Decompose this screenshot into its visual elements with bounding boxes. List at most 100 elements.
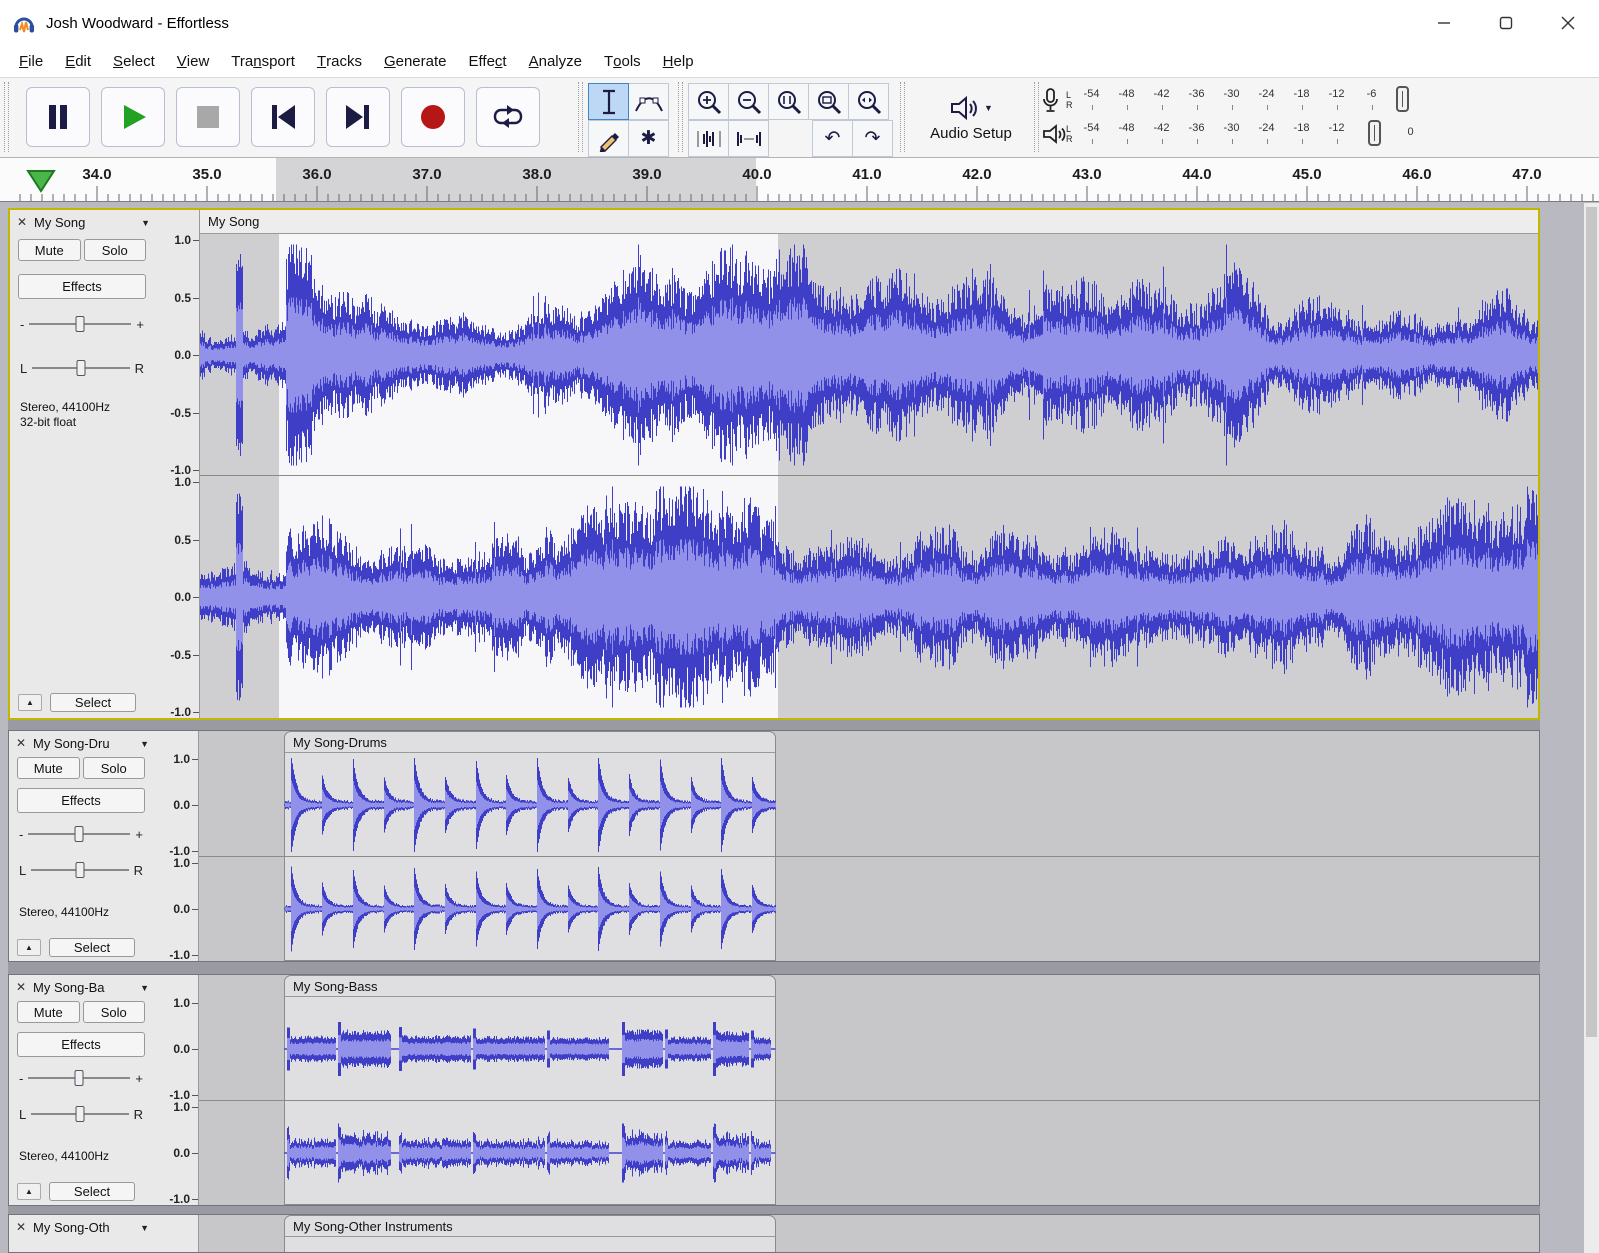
zoom-selection-button[interactable] [768, 83, 809, 120]
vertical-scale-ruler[interactable]: 1.00.0-1.01.00.0-1.0 [153, 731, 199, 961]
fit-project-button[interactable] [808, 83, 849, 120]
clip-title-bar[interactable]: My Song-Bass [285, 976, 775, 997]
waveform-area[interactable]: My Song [200, 210, 1538, 718]
pan-slider[interactable]: L R [19, 1102, 143, 1126]
gain-slider-thumb[interactable] [75, 826, 84, 842]
waveform-area[interactable]: My Song-Other Instruments [199, 1215, 1539, 1252]
record-button[interactable] [401, 87, 465, 147]
collapse-button[interactable]: ▲ [17, 1183, 41, 1200]
menu-view[interactable]: View [166, 46, 221, 77]
playhead-pin-icon[interactable] [26, 169, 56, 193]
zoom-in-button[interactable] [688, 83, 729, 120]
draw-tool-button[interactable] [588, 120, 629, 157]
toolbar-grip[interactable] [578, 82, 583, 152]
effects-button[interactable]: Effects [17, 1032, 145, 1057]
pan-slider-thumb[interactable] [75, 862, 84, 878]
clip-title-bar[interactable]: My Song [200, 210, 1538, 234]
gain-slider[interactable]: - + [20, 312, 144, 336]
vertical-scale-ruler[interactable]: 1.00.50.0-0.5-1.01.00.50.0-0.5-1.0 [154, 210, 200, 718]
menu-effect[interactable]: Effect [458, 46, 518, 77]
vertical-scale-ruler[interactable] [153, 1215, 199, 1252]
pan-slider-thumb[interactable] [75, 1106, 84, 1122]
pan-slider[interactable]: L R [19, 858, 143, 882]
zoom-out-button[interactable] [728, 83, 769, 120]
track-title[interactable]: My Song-Oth [33, 1220, 136, 1235]
track-title[interactable]: My Song-Ba [33, 980, 136, 995]
menu-tools[interactable]: Tools [593, 46, 652, 77]
track-close-button[interactable]: ✕ [13, 979, 29, 996]
track-close-button[interactable]: ✕ [14, 214, 30, 231]
effects-button[interactable]: Effects [18, 274, 146, 299]
clip-title-bar[interactable]: My Song-Drums [285, 732, 775, 753]
track-menu-caret-icon[interactable]: ▼ [140, 983, 149, 993]
mute-button[interactable]: Mute [17, 1001, 80, 1023]
track-menu-caret-icon[interactable]: ▼ [141, 218, 150, 228]
toolbar-grip[interactable] [1034, 82, 1039, 152]
toolbar-grip[interactable] [4, 82, 9, 152]
menu-select[interactable]: Select [102, 46, 166, 77]
recording-meter[interactable]: L R -54-48-42-36-30-24-18-12-6 [1042, 83, 1438, 117]
effects-button[interactable]: Effects [17, 788, 145, 813]
track-close-button[interactable]: ✕ [13, 1219, 29, 1236]
envelope-tool-button[interactable] [628, 83, 669, 120]
timeline-ruler[interactable]: 34.035.036.037.038.039.040.041.042.043.0… [0, 158, 1599, 202]
silence-audio-button[interactable] [728, 120, 769, 157]
close-button[interactable] [1537, 0, 1599, 46]
gain-slider[interactable]: - + [19, 822, 143, 846]
redo-button[interactable]: ↷ [852, 120, 893, 157]
vertical-scrollbar[interactable] [1584, 203, 1599, 1253]
audio-clip[interactable]: My Song-Other Instruments [284, 1215, 776, 1252]
gain-slider[interactable]: - + [19, 1066, 143, 1090]
menu-generate[interactable]: Generate [373, 46, 458, 77]
solo-button[interactable]: Solo [84, 239, 147, 261]
pan-slider[interactable]: L R [20, 356, 144, 380]
solo-button[interactable]: Solo [83, 1001, 146, 1023]
audio-setup-button[interactable]: ▼ Audio Setup [912, 86, 1030, 150]
playback-meter[interactable]: L R 0 -54-48-42-36-30-24-18-12 [1042, 117, 1438, 151]
vertical-scale-ruler[interactable]: 1.00.0-1.01.00.0-1.0 [153, 975, 199, 1205]
collapse-button[interactable]: ▲ [17, 939, 41, 956]
playback-volume-slider[interactable] [1368, 120, 1381, 146]
multi-tool-button[interactable]: ✱ [628, 120, 669, 157]
skip-to-end-button[interactable] [326, 87, 390, 147]
vertical-scrollbar-thumb[interactable] [1586, 207, 1597, 1037]
select-button[interactable]: Select [49, 938, 135, 957]
trim-audio-button[interactable] [688, 120, 729, 157]
toolbar-grip[interactable] [900, 82, 905, 152]
toolbar-grip[interactable] [678, 82, 683, 152]
track-close-button[interactable]: ✕ [13, 735, 29, 752]
mute-button[interactable]: Mute [17, 757, 80, 779]
menu-analyze[interactable]: Analyze [518, 46, 593, 77]
pan-slider-thumb[interactable] [76, 360, 85, 376]
solo-button[interactable]: Solo [83, 757, 146, 779]
play-button[interactable] [101, 87, 165, 147]
gain-slider-thumb[interactable] [76, 316, 85, 332]
selection-tool-button[interactable] [588, 83, 629, 120]
gain-slider-thumb[interactable] [75, 1070, 84, 1086]
track-separator[interactable] [8, 962, 1540, 974]
menu-file[interactable]: File [8, 46, 54, 77]
zoom-toggle-button[interactable] [848, 83, 889, 120]
recording-level-slider[interactable] [1396, 86, 1409, 112]
menu-help[interactable]: Help [652, 46, 705, 77]
track-separator[interactable] [8, 720, 1540, 730]
collapse-button[interactable]: ▲ [18, 694, 42, 711]
undo-button[interactable]: ↶ [812, 120, 853, 157]
menu-tracks[interactable]: Tracks [306, 46, 373, 77]
skip-to-start-button[interactable] [251, 87, 315, 147]
waveform-area[interactable]: My Song-Bass [199, 975, 1539, 1205]
track-menu-caret-icon[interactable]: ▼ [140, 739, 149, 749]
track-separator[interactable] [8, 1206, 1540, 1214]
track-title[interactable]: My Song [34, 215, 137, 230]
minimize-button[interactable] [1413, 0, 1475, 46]
stop-button[interactable] [176, 87, 240, 147]
select-button[interactable]: Select [50, 693, 136, 712]
maximize-button[interactable] [1475, 0, 1537, 46]
loop-button[interactable] [476, 87, 540, 147]
select-button[interactable]: Select [49, 1182, 135, 1201]
mute-button[interactable]: Mute [18, 239, 81, 261]
menu-edit[interactable]: Edit [54, 46, 102, 77]
waveform-area[interactable]: My Song-Drums [199, 731, 1539, 961]
track-title[interactable]: My Song-Dru [33, 736, 136, 751]
menu-transport[interactable]: Transport [220, 46, 306, 77]
